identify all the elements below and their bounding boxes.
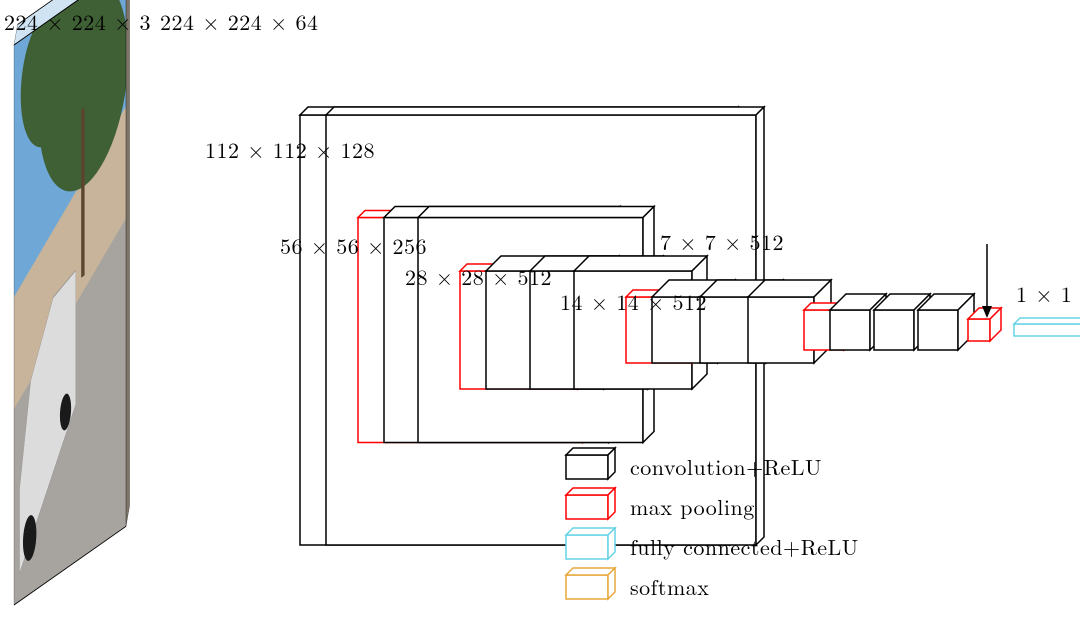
legend-softmax-label: softmax [630,571,709,602]
label-224x64: 224 × 224 × 64 [160,6,319,37]
label-224x3: 224 × 224 × 3 [4,6,151,37]
label-14: 14 × 14 × 512 [560,286,707,317]
label-112: 112 × 112 × 128 [205,134,375,165]
legend-softmax-swatch [566,568,615,599]
label-56: 56 × 56 × 256 [280,230,427,261]
legend-conv-swatch [566,448,615,479]
legend-fc-label: fully connected+ReLU [630,531,859,562]
fc6-block [1014,318,1080,336]
legend-pool-label: max pooling [630,491,755,522]
input-image [14,0,130,605]
architecture-diagram: 224 × 224 × 3 224 × 224 × 64 112 × 112 × 1… [0,0,1080,636]
legend-pool-swatch [566,488,615,519]
label-4096: 1 × 1 × 4096 [1016,278,1080,309]
conv5-block [918,294,974,350]
label-28: 28 × 28 × 512 [405,261,552,292]
label-7: 7 × 7 × 512 [660,226,784,257]
legend-conv-label: convolution+ReLU [630,451,822,482]
legend-fc-swatch [566,528,615,559]
